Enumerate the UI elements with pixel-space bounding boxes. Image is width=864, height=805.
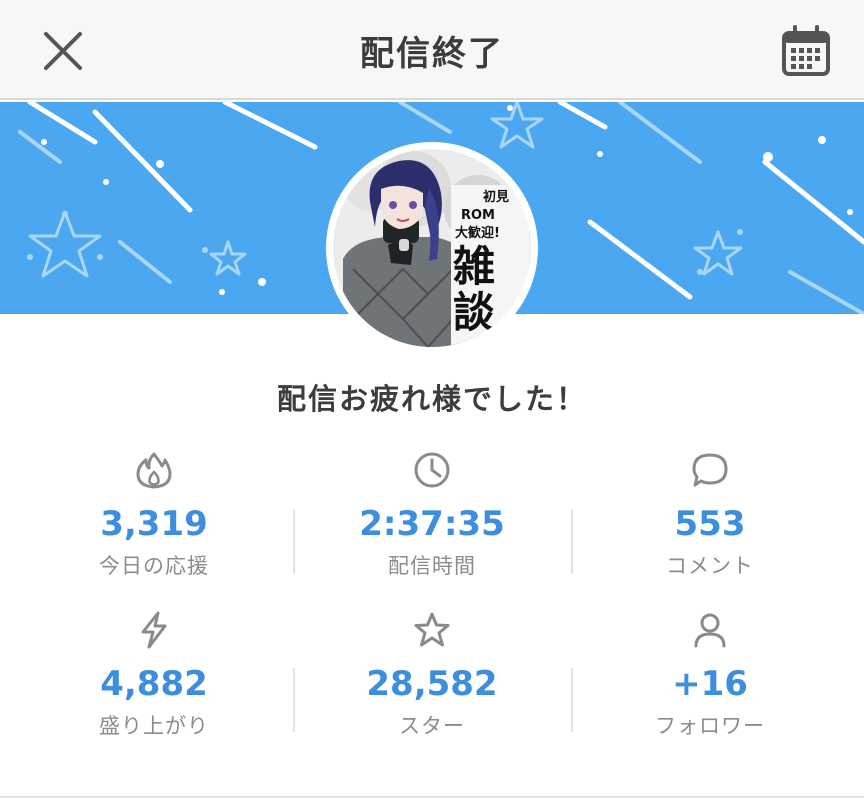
stat-label: コメント xyxy=(666,554,754,578)
comment-icon xyxy=(692,453,728,487)
avatar-text-5: 談 xyxy=(453,288,495,337)
stats-grid: 3,319 今日の応援 2:37:35 配信時間 553 コメント 4,882 … xyxy=(0,440,864,760)
stat-comments[interactable]: 553 コメント xyxy=(572,440,848,590)
avatar-text-4: 雑 xyxy=(452,242,495,291)
stat-value: 28,582 xyxy=(366,664,498,704)
stat-value: 3,319 xyxy=(100,504,208,544)
stat-excitement[interactable]: 4,882 盛り上がり xyxy=(16,600,292,750)
bottom-divider xyxy=(0,796,864,798)
divider xyxy=(293,510,295,574)
divider xyxy=(571,668,573,732)
clock-icon xyxy=(414,452,450,488)
lightning-icon xyxy=(141,611,167,649)
stat-label: フォロワー xyxy=(655,714,765,738)
stat-label: 配信時間 xyxy=(388,554,476,578)
user-icon xyxy=(694,613,726,648)
stat-support[interactable]: 3,319 今日の応援 xyxy=(16,440,292,590)
stat-label: スター xyxy=(399,714,465,738)
thanks-message: 配信お疲れ様でした！ xyxy=(276,382,587,416)
avatar-text-3: 大歓迎! xyxy=(455,225,500,241)
stat-stars[interactable]: 28,582 スター xyxy=(294,600,570,750)
stat-label: 盛り上がり xyxy=(99,714,209,738)
page-title: 配信終了 xyxy=(360,34,504,74)
avatar[interactable]: 初見 ROM 大歓迎! 雑 談 xyxy=(326,142,538,354)
calendar-button[interactable] xyxy=(780,24,832,78)
stat-value: 2:37:35 xyxy=(359,504,505,544)
stat-value: 553 xyxy=(674,504,746,544)
divider xyxy=(571,510,573,574)
stat-value: +16 xyxy=(672,664,748,704)
avatar-image: 初見 ROM 大歓迎! 雑 談 xyxy=(333,149,531,347)
calendar-icon xyxy=(782,25,830,76)
avatar-text-2: ROM xyxy=(461,208,495,223)
stat-value: 4,882 xyxy=(100,664,208,704)
stat-duration[interactable]: 2:37:35 配信時間 xyxy=(294,440,570,590)
stat-followers[interactable]: +16 フォロワー xyxy=(572,600,848,750)
header: 配信終了 xyxy=(0,0,864,100)
avatar-text-1: 初見 xyxy=(483,189,509,205)
flame-icon xyxy=(136,452,172,489)
star-icon xyxy=(414,612,450,647)
stat-label: 今日の応援 xyxy=(99,554,209,578)
divider xyxy=(293,668,295,732)
